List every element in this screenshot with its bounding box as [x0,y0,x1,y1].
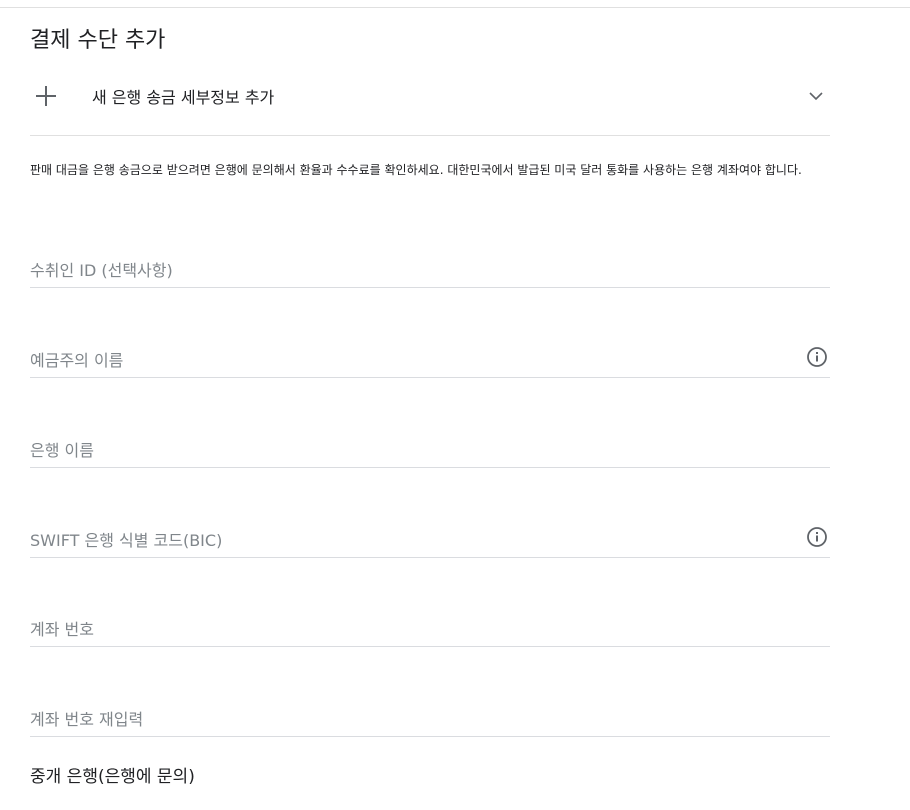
bank-transfer-description: 판매 대금을 은행 송금으로 받으려면 은행에 문의해서 환율과 수수료를 확인… [30,163,802,177]
account-number-confirm-field[interactable]: 계좌 번호 재입력 [30,700,830,737]
swift-bic-field[interactable]: SWIFT 은행 식별 코드(BIC) [30,521,830,558]
field-label: 계좌 번호 [30,620,94,639]
page-title: 결제 수단 추가 [30,28,166,53]
intermediary-bank-title: 중개 은행(은행에 문의) [30,767,195,787]
field-label: 계좌 번호 재입력 [30,710,144,729]
field-label: 은행 이름 [30,441,94,460]
chevron-down-icon [809,92,823,101]
info-icon[interactable] [806,346,828,368]
field-label: SWIFT 은행 식별 코드(BIC) [30,531,223,550]
account-holder-name-field[interactable]: 예금주의 이름 [30,341,830,378]
account-number-field[interactable]: 계좌 번호 [30,610,830,647]
field-label: 예금주의 이름 [30,351,124,370]
payment-method-page: 결제 수단 추가 새 은행 송금 세부정보 추가 판매 대금을 은행 송금으로 … [0,0,910,810]
section-divider [30,135,830,136]
plus-icon [36,86,56,106]
payee-id-field[interactable]: 수취인 ID (선택사항) [30,251,830,288]
expander-label: 새 은행 송금 세부정보 추가 [92,88,275,107]
add-bank-transfer-expander[interactable]: 새 은행 송금 세부정보 추가 [30,78,830,114]
bank-name-field[interactable]: 은행 이름 [30,431,830,468]
field-label: 수취인 ID (선택사항) [30,261,173,280]
info-icon[interactable] [806,526,828,548]
top-divider [0,7,910,8]
